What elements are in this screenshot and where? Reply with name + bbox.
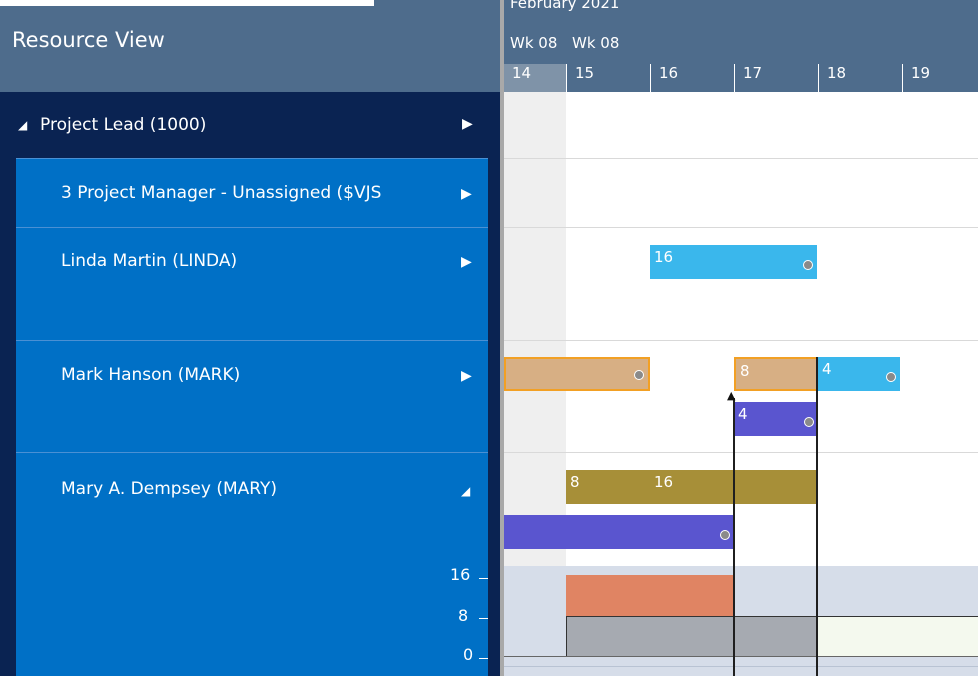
row-label: Linda Martin (LINDA) [61,251,238,271]
day-19[interactable]: 19 [902,64,978,92]
histogram-axis-label: 0 [463,645,474,664]
timeline-header: February 2021 Wk 08 Wk 08 14 15 16 17 18… [504,0,978,92]
panel-title: Resource View [12,28,165,52]
collapse-triangle-icon[interactable]: ◢ [461,484,470,498]
day-18[interactable]: 18 [818,64,902,92]
expand-arrow-icon[interactable]: ▶ [461,368,472,384]
bar-hours: 8 [740,362,750,380]
row-separator [504,452,978,453]
link-handle-icon[interactable] [634,370,644,380]
bar-hours: 8 [570,473,580,491]
row-mary-dempsey[interactable]: Mary A. Dempsey (MARY) ◢ 16 8 0 [16,452,488,676]
link-handle-icon[interactable] [886,372,896,382]
row-mark-hanson[interactable]: Mark Hanson (MARK) ▶ [16,340,488,452]
row-separator [504,158,978,159]
day-16[interactable]: 16 [650,64,734,92]
week-label: Wk 08 [510,34,558,52]
axis-tick [479,658,488,659]
histogram-axis-label: 8 [458,606,469,625]
link-handle-icon[interactable] [803,260,813,270]
assignment-bar[interactable]: 4 [818,357,900,391]
axis-tick [479,578,488,579]
dependency-line [816,357,818,676]
expand-arrow-icon[interactable]: ▶ [462,116,473,132]
histogram-overallocation [566,575,734,616]
expand-arrow-icon[interactable]: ▶ [461,254,472,270]
day-15[interactable]: 15 [566,64,650,92]
dependency-arrow-icon: ▲ [727,389,736,402]
row-label: 3 Project Manager - Unassigned ($VJS [61,183,382,203]
row-project-manager[interactable]: 3 Project Manager - Unassigned ($VJS ▶ [16,158,488,227]
row-project-lead[interactable]: ◢ Project Lead (1000) ▶ [0,92,500,158]
bar-hours: 16 [654,473,674,491]
link-handle-icon[interactable] [804,417,814,427]
histogram-baseline [504,656,978,657]
header-notch [0,0,374,6]
histogram-available [818,616,978,657]
day-14[interactable]: 14 [504,64,566,92]
collapse-triangle-icon[interactable]: ◢ [18,118,27,132]
row-label: Mary A. Dempsey (MARY) [61,479,278,499]
histogram-allocated [566,616,818,657]
expand-arrow-icon[interactable]: ▶ [461,186,472,202]
day-17[interactable]: 17 [734,64,818,92]
histogram-gridline [504,666,978,667]
row-separator [504,340,978,341]
dependency-line [733,398,735,676]
row-separator [504,227,978,228]
bar-hours: 4 [738,405,748,423]
assignment-bar[interactable] [504,515,734,549]
assignment-bar[interactable]: 8 [566,470,650,504]
link-handle-icon[interactable] [720,530,730,540]
week-label: Wk 08 [572,34,620,52]
histogram-axis-label: 16 [450,565,471,584]
row-linda-martin[interactable]: Linda Martin (LINDA) ▶ [16,227,488,340]
month-label: February 2021 [510,0,620,12]
assignment-bar[interactable]: 16 [650,245,817,279]
bar-hours: 16 [654,248,674,266]
non-working-day-shade [504,92,566,566]
row-label: Project Lead (1000) [40,115,207,135]
axis-tick [479,618,488,619]
row-label: Mark Hanson (MARK) [61,365,241,385]
assignment-bar[interactable]: 4 [734,402,818,436]
assignment-bar[interactable]: 8 [734,357,818,391]
assignment-bar[interactable] [504,357,650,391]
bar-hours: 4 [822,360,832,378]
